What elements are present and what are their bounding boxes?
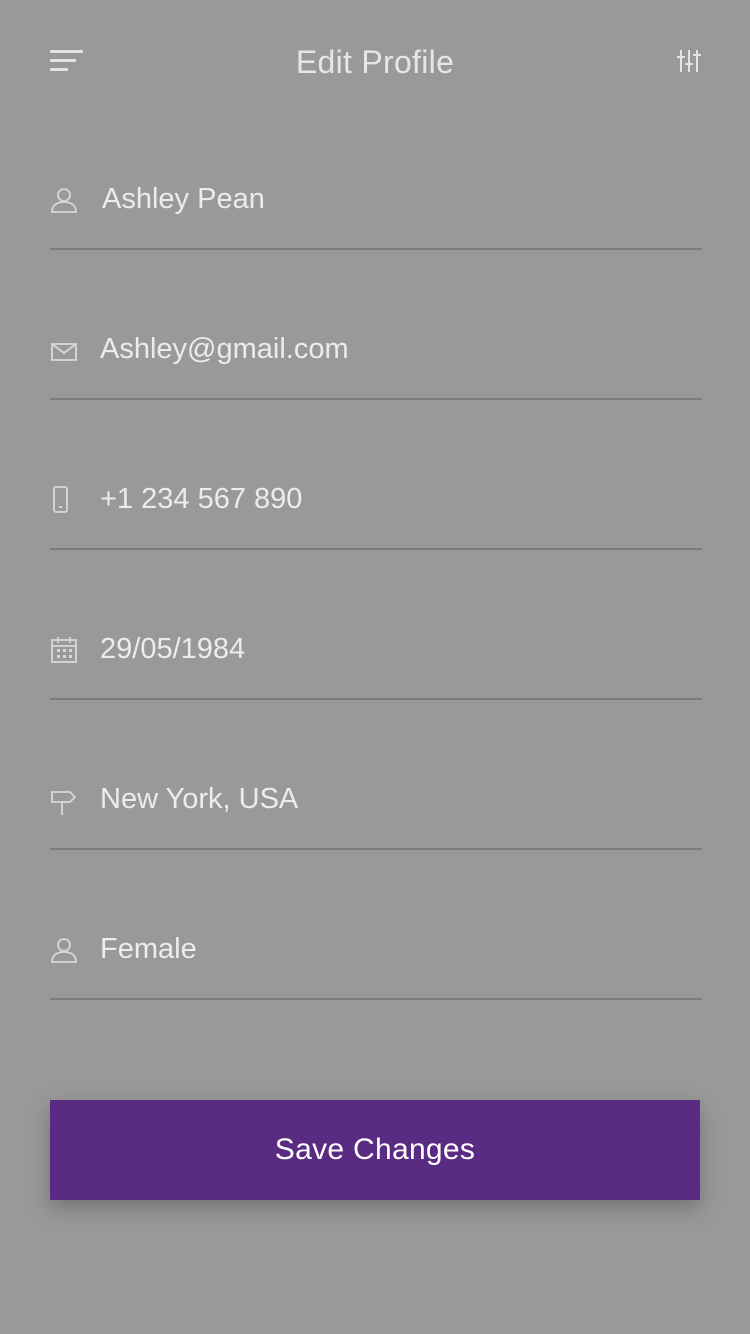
name-input[interactable] [102, 183, 692, 216]
calendar-icon [50, 636, 78, 664]
page-title: Edit Profile [295, 44, 455, 80]
location-field[interactable] [50, 700, 702, 850]
signpost-icon [50, 788, 78, 816]
birthdate-input[interactable] [100, 633, 690, 666]
location-input[interactable] [100, 783, 690, 816]
user-icon [50, 936, 78, 964]
save-changes-label: Save Changes [274, 1133, 476, 1166]
user-icon [50, 186, 78, 214]
sliders-icon[interactable] [676, 48, 702, 74]
edit-profile-screen: Edit Profile Ashley Pean Ashley@gmail.co… [0, 0, 750, 1334]
birthdate-field[interactable] [50, 550, 702, 700]
gender-input[interactable] [100, 933, 690, 966]
email-input[interactable] [100, 333, 690, 366]
name-field[interactable] [50, 100, 702, 250]
gender-field[interactable] [50, 850, 702, 1000]
phone-icon [50, 486, 78, 514]
email-field[interactable] [50, 250, 702, 400]
mail-icon [50, 340, 78, 368]
save-changes-button[interactable]: Save Changes [50, 1100, 700, 1200]
phone-input[interactable] [100, 483, 690, 516]
phone-field[interactable] [50, 400, 702, 550]
